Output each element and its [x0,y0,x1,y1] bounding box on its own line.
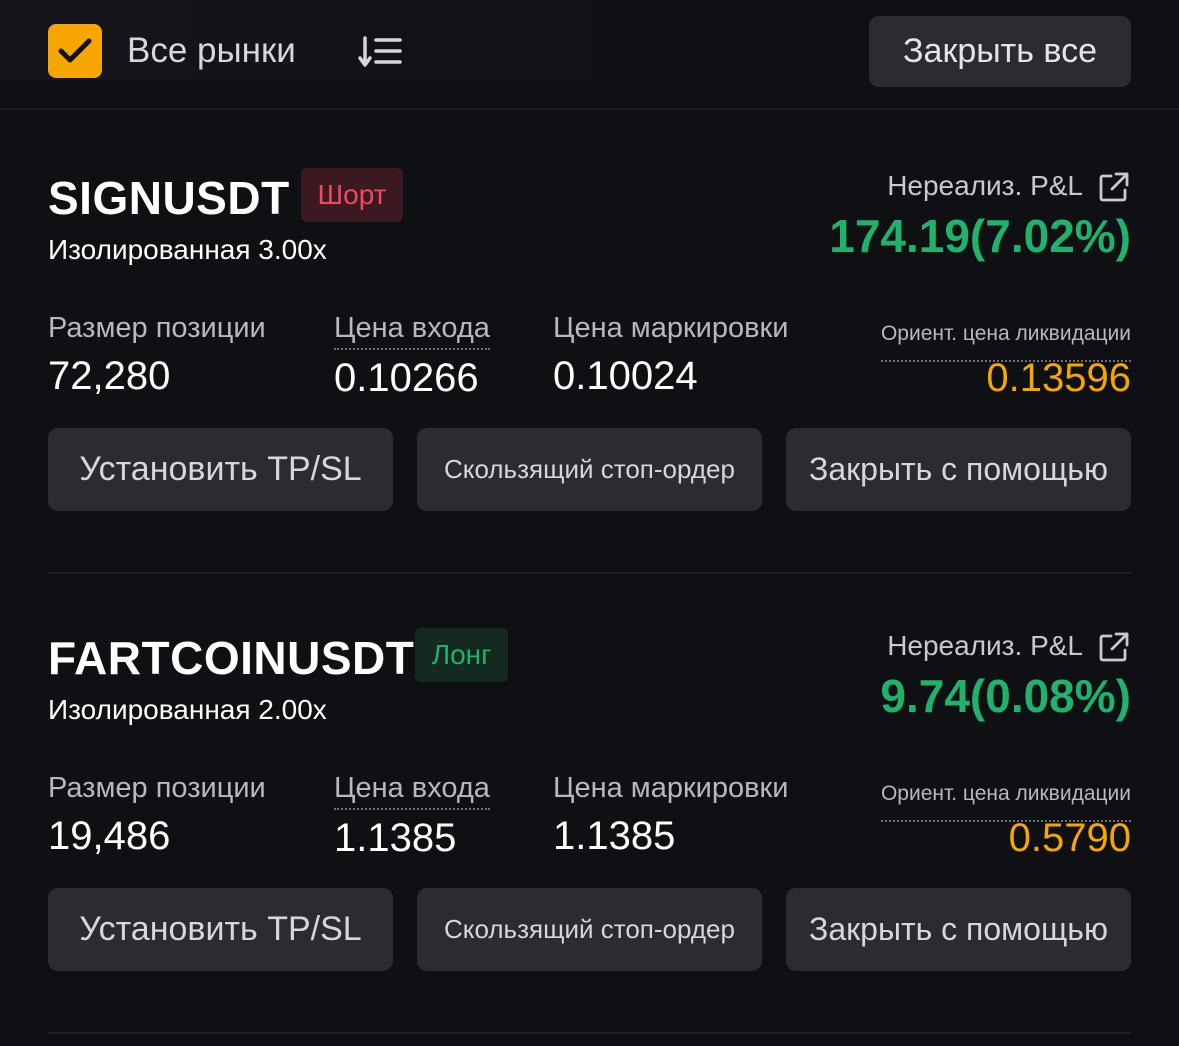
margin-mode: Изолированная 3.00x [48,234,327,265]
mark-price-value: 1.1385 [553,814,676,858]
trailing-stop-button[interactable]: Скользящий стоп-ордер [417,888,762,971]
entry-price-value: 1.1385 [334,816,457,860]
side-badge-short: Шорт [301,168,403,222]
sort-icon[interactable] [358,34,404,70]
margin-mode: Изолированная 2.00x [48,694,327,725]
checkmark-icon [58,38,92,63]
set-tpsl-button[interactable]: Установить TP/SL [48,888,393,971]
position-size-label: Размер позиции [48,772,266,804]
liquidation-price-value: 0.5790 [1008,816,1131,860]
position-symbol[interactable]: SIGNUSDT [48,168,290,228]
filter-bar: Все рынки Закрыть все [0,0,1179,110]
trailing-stop-button[interactable]: Скользящий стоп-ордер [417,428,762,511]
position-size-value: 72,280 [48,354,171,398]
close-with-button[interactable]: Закрыть с помощью [786,428,1131,511]
position-symbol[interactable]: FARTCOINUSDT [48,628,414,688]
mark-price-value: 0.10024 [553,354,698,398]
divider [48,1032,1131,1034]
mark-price-label: Цена маркировки [553,312,789,344]
unrealized-pnl-value: 174.19(7.02%) [829,210,1131,262]
entry-price-label[interactable]: Цена входа [334,770,490,810]
unrealized-pnl-label: Нереализ. P&L [887,170,1083,201]
position-size-label: Размер позиции [48,312,266,344]
mark-price-label: Цена маркировки [553,772,789,804]
all-markets-label[interactable]: Все рынки [127,28,296,74]
entry-price-value: 0.10266 [334,356,479,400]
position-size-value: 19,486 [48,814,171,858]
position-card: FARTCOINUSDT Лонг Изолированная 2.00x Не… [0,580,1179,1000]
all-markets-checkbox[interactable] [48,24,102,78]
share-icon[interactable] [1097,630,1131,664]
divider [48,572,1131,574]
unrealized-pnl-label: Нереализ. P&L [887,630,1083,661]
close-all-button[interactable]: Закрыть все [869,16,1131,87]
set-tpsl-button[interactable]: Установить TP/SL [48,428,393,511]
side-badge-long: Лонг [415,628,508,682]
close-with-button[interactable]: Закрыть с помощью [786,888,1131,971]
share-icon[interactable] [1097,170,1131,204]
liquidation-price-value: 0.13596 [986,356,1131,400]
unrealized-pnl-value: 9.74(0.08%) [880,670,1131,722]
position-card: SIGNUSDT Шорт Изолированная 3.00x Нереал… [0,120,1179,540]
entry-price-label[interactable]: Цена входа [334,310,490,350]
